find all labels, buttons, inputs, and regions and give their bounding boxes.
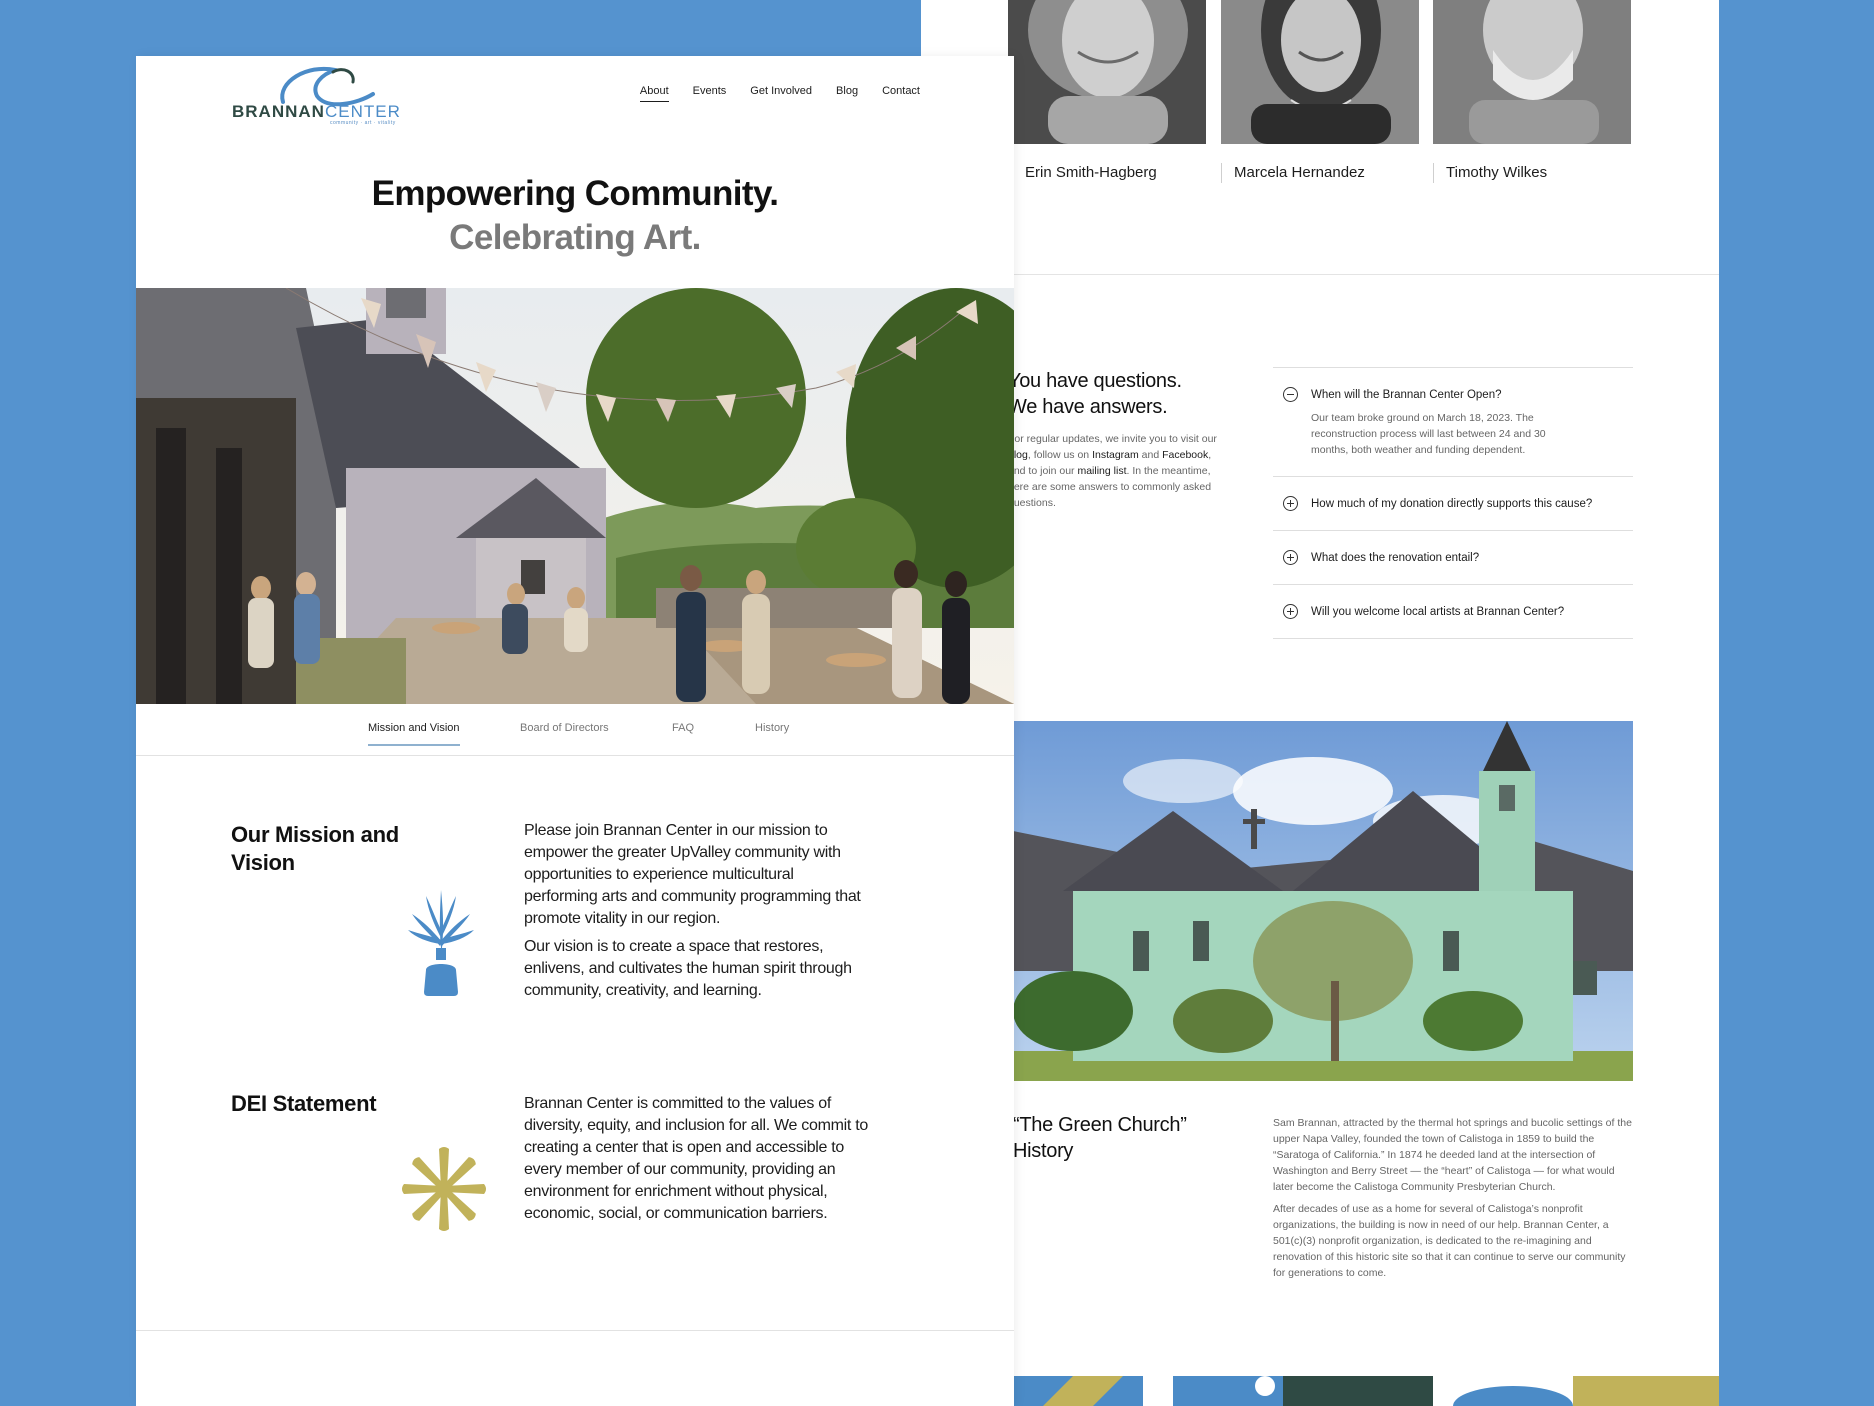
nav-about[interactable]: About [639,85,669,102]
top-nav: BRANNANCENTER community · art · vitality… [136,56,1014,156]
faq-accordion: When will the Brannan Center Open? Our t… [1273,367,1633,639]
dei-text: Brannan Center is committed to the value… [524,1095,868,1222]
nav-events[interactable]: Events [693,85,727,102]
instagram-link[interactable]: Instagram [1092,449,1139,461]
faq-intro: For regular updates, we invite you to vi… [1008,433,1217,509]
tab-faq[interactable]: FAQ [672,722,694,734]
nav-get-involved[interactable]: Get Involved [750,85,812,102]
faq-question[interactable]: What does the renovation entail? [1311,550,1633,566]
board-faq-history-page: Erin Smith-Hagberg Marcela Hernandez Tim… [921,0,1719,1406]
tab-board-of-directors[interactable]: Board of Directors [520,722,609,734]
mission-text: Please join Brannan Center in our missio… [524,822,861,999]
faq-question[interactable]: When will the Brannan Center Open? [1311,387,1633,403]
nav-blog[interactable]: Blog [836,85,858,102]
portrait-timothy [1433,0,1631,144]
portrait-erin [1008,0,1206,144]
plus-circle-icon[interactable] [1283,496,1298,511]
dei-heading: DEI Statement [231,1091,377,1116]
main-menu: About Events Get Involved Blog Contact [639,85,920,102]
faq-question[interactable]: How much of my donation directly support… [1311,496,1633,512]
tab-history[interactable]: History [755,722,789,734]
logo-wordmark: BRANNANCENTER [232,102,401,121]
faq-answer: Our team broke ground on March 18, 2023.… [1311,412,1546,456]
hero-courtyard-image [136,288,1014,704]
history-heading: “The Green Church” History [1013,1114,1187,1162]
plus-circle-icon[interactable] [1283,604,1298,619]
board-member-name: Erin Smith-Hagberg [1025,164,1157,181]
portrait-marcela [1221,0,1419,144]
nav-contact[interactable]: Contact [882,85,920,102]
board-member-name: Timothy Wilkes [1433,163,1547,183]
board-member-name: Marcela Hernandez [1221,163,1365,183]
faq-item[interactable]: Will you welcome local artists at Branna… [1273,585,1633,639]
faq-item[interactable]: What does the renovation entail? [1273,531,1633,585]
mission-heading: Our Mission and Vision [231,822,399,875]
minus-circle-icon[interactable] [1283,387,1298,402]
faq-heading: You have questions. We have answers. [1008,370,1182,418]
logo-tagline: community · art · vitality [330,120,396,126]
faq-item[interactable]: How much of my donation directly support… [1273,477,1633,531]
green-church-photo [1013,721,1633,1081]
mailing-list-link[interactable]: mailing list [1077,465,1126,477]
asterisk-star-icon [401,1146,487,1237]
divider [136,1330,1014,1331]
hero-title: Empowering Community. Celebrating Art. [371,174,779,257]
faq-question[interactable]: Will you welcome local artists at Branna… [1311,604,1633,620]
plus-circle-icon[interactable] [1283,550,1298,565]
about-page: BRANNANCENTER community · art · vitality… [136,56,1014,1406]
faq-item[interactable]: When will the Brannan Center Open? Our t… [1273,368,1633,477]
facebook-link[interactable]: Facebook [1162,449,1208,461]
coral-vase-icon [406,886,476,1003]
tab-mission-and-vision[interactable]: Mission and Vision [368,722,460,746]
divider [921,274,1719,275]
about-subtabs: Mission and Vision Board of Directors FA… [136,704,1014,756]
decorative-band [1013,1376,1719,1406]
brannan-center-logo[interactable]: BRANNANCENTER community · art · vitality [232,62,402,126]
history-text: Sam Brannan, attracted by the thermal ho… [1273,1117,1632,1279]
